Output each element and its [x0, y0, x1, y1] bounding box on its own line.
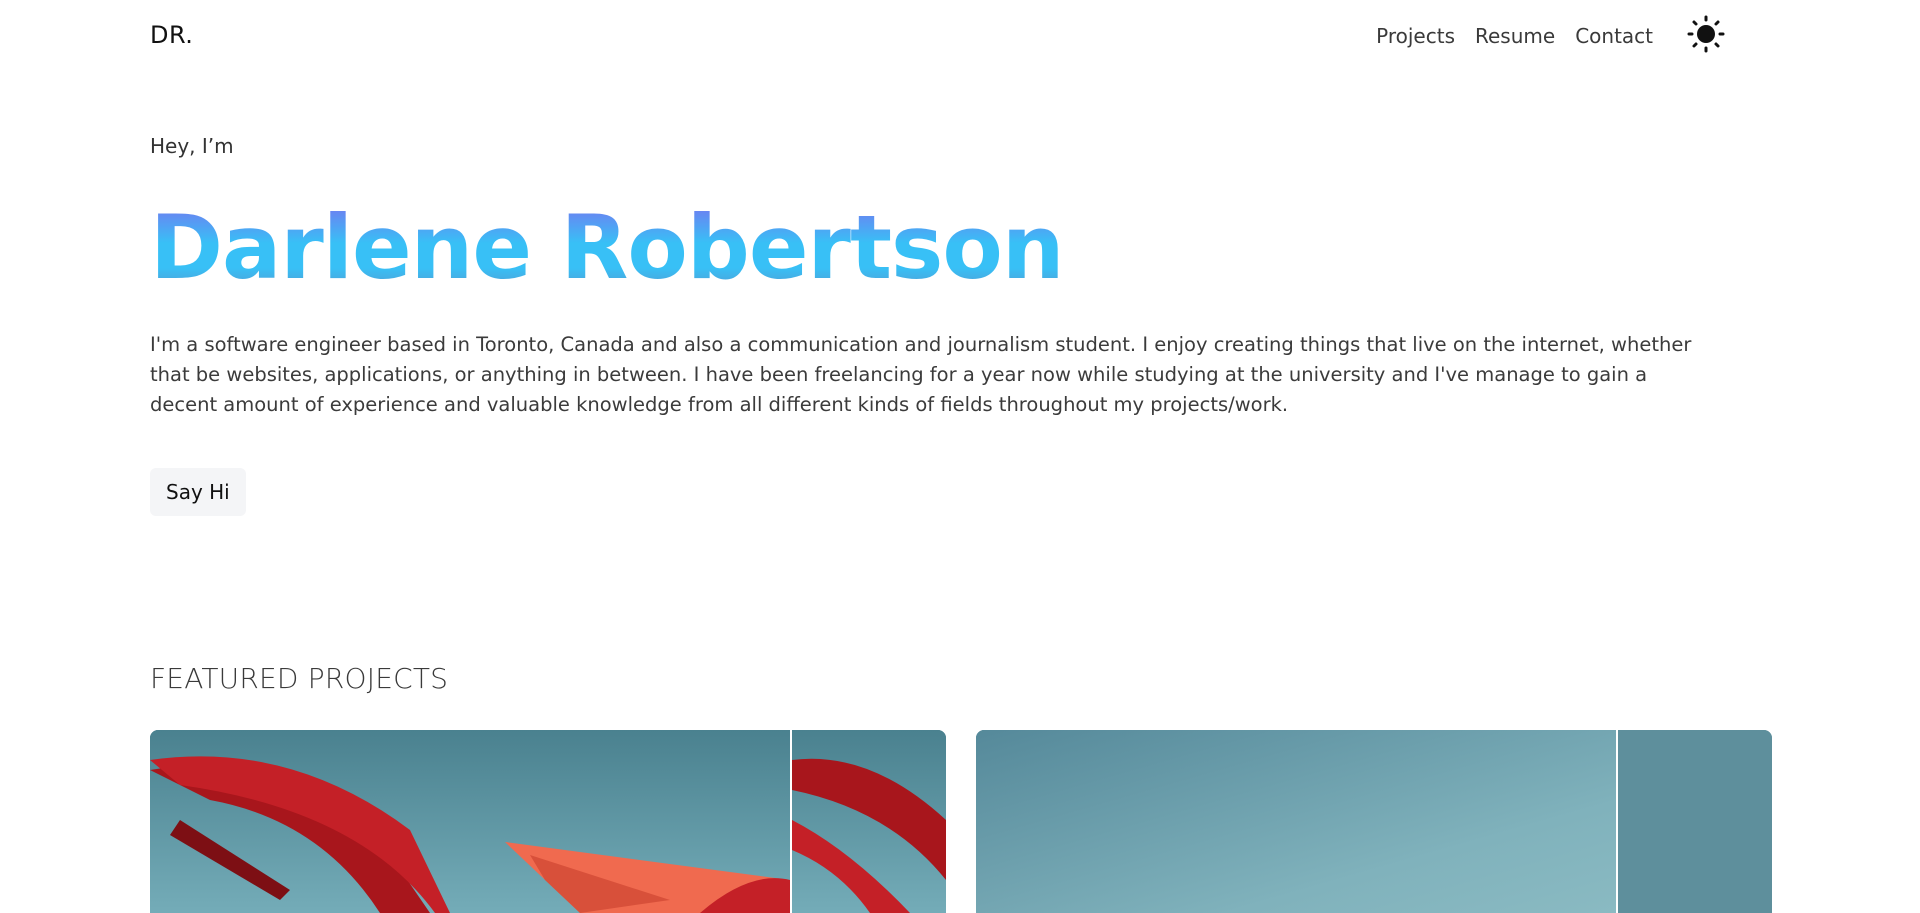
project-card-2[interactable] — [976, 730, 1772, 913]
say-hi-button[interactable]: Say Hi — [150, 468, 246, 516]
project-image-2 — [976, 730, 1772, 913]
project-image-1 — [150, 730, 946, 913]
nav-link-resume[interactable]: Resume — [1475, 24, 1555, 48]
sun-icon — [1687, 15, 1725, 53]
intro-paragraph: I'm a software engineer based in Toronto… — [150, 333, 1692, 416]
top-nav: DR. Projects Resume Contact — [150, 0, 1770, 72]
theme-toggle-button[interactable] — [1686, 14, 1726, 54]
project-card-1[interactable] — [150, 730, 946, 913]
logo[interactable]: DR. — [150, 21, 193, 49]
greeting-text: Hey, I’m — [150, 134, 234, 158]
hero-name: Darlene Robertson — [150, 196, 1064, 299]
section-title: FEATURED PROJECTS — [150, 662, 449, 695]
nav-links: Projects Resume Contact — [1376, 24, 1653, 48]
nav-link-projects[interactable]: Projects — [1376, 24, 1455, 48]
nav-link-contact[interactable]: Contact — [1575, 24, 1653, 48]
